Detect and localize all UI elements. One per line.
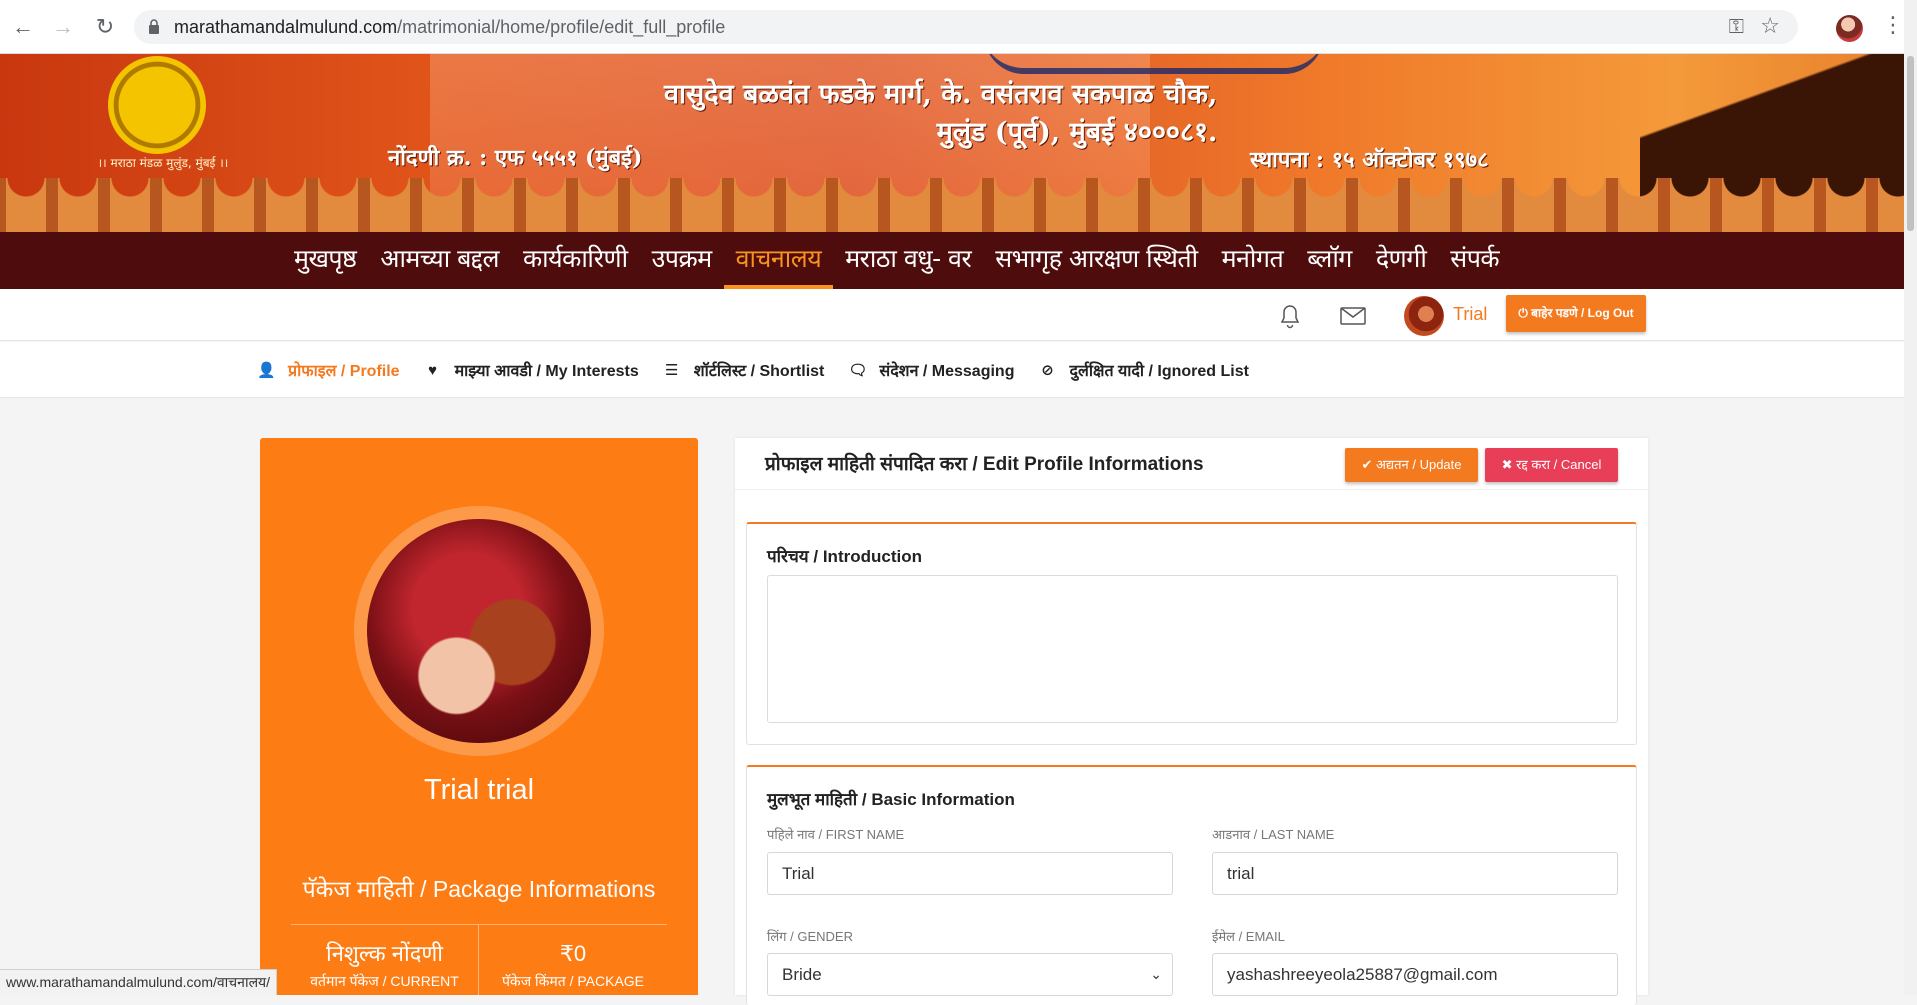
chevron-down-icon: ⌄ — [1150, 966, 1162, 982]
comments-icon: 🗨 — [848, 362, 868, 379]
nav-item-home[interactable]: मुखपृष्ठ — [282, 232, 368, 289]
nav-item-thoughts[interactable]: मनोगत — [1210, 232, 1296, 289]
user-icon: 👤 — [257, 362, 276, 379]
banner-established: स्थापना : १५ ऑक्टोबर १९७८ — [1250, 147, 1489, 173]
nav-item-matrimony[interactable]: मराठा वधु- वर — [833, 232, 983, 289]
package-current-label: वर्तमान पॅकेज / CURRENT — [310, 973, 459, 989]
logo-caption: ।। मराठा मंडळ मुलुंड, मुंबई ।। — [97, 156, 229, 170]
user-avatar[interactable] — [1404, 296, 1444, 336]
package-divider — [291, 924, 667, 925]
profile-subnav: 👤 प्रोफाइल / Profile ♥ माझ्या आवडी / My … — [0, 342, 1904, 398]
profile-photo[interactable] — [367, 519, 591, 743]
update-button[interactable]: ✔ अद्यतन / Update — [1345, 448, 1478, 482]
edit-panel-title: प्रोफाइल माहिती संपादित करा / Edit Profi… — [765, 454, 1204, 475]
gender-select-value: Bride — [782, 965, 822, 984]
bell-icon[interactable] — [1278, 303, 1302, 329]
last-name-label: आडनाव / LAST NAME — [1212, 827, 1335, 842]
first-name-label: पहिले नाव / FIRST NAME — [767, 827, 905, 842]
tab-ignored-list-label: दुर्लक्षित यादी / Ignored List — [1069, 363, 1249, 380]
kebab-menu-icon[interactable]: ⋮ — [1882, 12, 1904, 38]
profile-card: Trial trial पॅकेज माहिती / Package Infor… — [260, 438, 698, 995]
introduction-section: परिचय / Introduction — [746, 522, 1637, 745]
nav-item-blog[interactable]: ब्लॉग — [1295, 232, 1364, 289]
user-bar: Trial ⏻ बाहेर पडणे / Log Out — [0, 289, 1904, 341]
nav-item-committee[interactable]: कार्यकारिणी — [511, 232, 640, 289]
tab-profile[interactable]: 👤 प्रोफाइल / Profile — [257, 342, 400, 398]
site-logo[interactable]: ।। मराठा मंडळ मुलुंड, मुंबई ।। — [88, 56, 238, 176]
tab-my-interests[interactable]: ♥ माझ्या आवडी / My Interests — [424, 342, 639, 398]
heart-icon: ♥ — [428, 361, 438, 379]
package-title: पॅकेज माहिती / Package Informations — [302, 876, 656, 902]
banner-address: वासुदेव बळवंत फडके मार्ग, के. वसंतराव सक… — [664, 79, 1218, 148]
status-bar-url: www.marathamandalmulund.com/वाचनालय/ — [0, 969, 278, 995]
title-ornament — [984, 54, 1324, 74]
arches-decoration — [0, 178, 1904, 232]
nav-item-activities[interactable]: उपक्रम — [640, 232, 724, 289]
address-bar[interactable]: marathamandalmulund.com/matrimonial/home… — [134, 10, 1798, 44]
user-name[interactable]: Trial — [1453, 304, 1487, 325]
profile-name: Trial trial — [423, 774, 535, 806]
page-scrollbar[interactable] — [1904, 0, 1917, 995]
tab-shortlist[interactable]: ☰ शॉर्टलिस्ट / Shortlist — [663, 342, 825, 398]
last-name-input[interactable]: trial — [1212, 852, 1618, 895]
banner-registration: नोंदणी क्र. : एफ ५५५१ (मुंबई) — [388, 145, 643, 171]
nav-item-about[interactable]: आमच्या बद्दल — [368, 232, 511, 289]
browser-toolbar: ← → ↻ marathamandalmulund.com/matrimonia… — [0, 0, 1917, 54]
introduction-textarea[interactable] — [767, 575, 1618, 723]
package-name: निशुल्क नोंदणी — [326, 941, 443, 966]
list-icon: ☰ — [665, 362, 679, 379]
tab-my-interests-label: माझ्या आवडी / My Interests — [454, 363, 639, 380]
introduction-title: परिचय / Introduction — [767, 547, 922, 566]
key-icon[interactable]: ⚿ — [1729, 16, 1744, 39]
tab-messaging-label: संदेशन / Messaging — [879, 363, 1015, 380]
nav-item-hall-booking[interactable]: सभागृह आरक्षण स्थिती — [983, 232, 1209, 289]
tab-profile-label: प्रोफाइल / Profile — [288, 363, 400, 380]
browser-profile-avatar[interactable] — [1836, 15, 1863, 42]
lock-icon — [149, 19, 159, 34]
nav-item-donation[interactable]: देणगी — [1364, 232, 1438, 289]
basic-information-section: मुलभूत माहिती / Basic Information पहिले … — [746, 765, 1637, 1005]
gender-label: लिंग / GENDER — [767, 929, 853, 944]
tab-ignored-list[interactable]: ⊘ दुर्लक्षित यादी / Ignored List — [1038, 342, 1249, 398]
gender-select[interactable]: Bride ⌄ — [767, 953, 1173, 996]
logo-emblem-icon — [108, 56, 206, 154]
ban-icon: ⊘ — [1041, 362, 1054, 379]
site-banner: ।। मराठा मंडळ मुलुंड, मुंबई ।। वासुदेव ब… — [0, 54, 1904, 232]
nav-item-contact[interactable]: संपर्क — [1438, 232, 1511, 289]
first-name-input[interactable]: Trial — [767, 852, 1173, 895]
email-input[interactable]: yashashreeyeola25887@gmail.com — [1212, 953, 1618, 996]
back-arrow-icon[interactable]: ← — [10, 14, 36, 40]
envelope-icon[interactable] — [1340, 307, 1366, 325]
package-price: ₹0 — [559, 941, 587, 966]
edit-panel-header: प्रोफाइल माहिती संपादित करा / Edit Profi… — [735, 438, 1648, 490]
tab-shortlist-label: शॉर्टलिस्ट / Shortlist — [693, 363, 825, 380]
basic-information-title: मुलभूत माहिती / Basic Information — [767, 790, 1015, 809]
forward-arrow-icon[interactable]: → — [50, 14, 76, 40]
star-icon[interactable]: ☆ — [1760, 13, 1780, 39]
tab-messaging[interactable]: 🗨 संदेशन / Messaging — [848, 342, 1014, 398]
nav-item-library[interactable]: वाचनालय — [723, 232, 834, 289]
logout-button[interactable]: ⏻ बाहेर पडणे / Log Out — [1506, 295, 1646, 332]
reload-icon[interactable]: ↻ — [92, 14, 118, 40]
url-text: marathamandalmulund.com/matrimonial/home… — [174, 17, 726, 37]
email-label: ईमेल / EMAIL — [1212, 929, 1285, 944]
main-navigation: मुखपृष्ठ आमच्या बद्दल कार्यकारिणी उपक्रम… — [0, 232, 1904, 289]
edit-profile-panel: प्रोफाइल माहिती संपादित करा / Edit Profi… — [735, 438, 1648, 1005]
cancel-button[interactable]: ✖ रद्द करा / Cancel — [1485, 448, 1618, 482]
package-price-label: पॅकेज किंमत / PACKAGE — [501, 973, 645, 989]
